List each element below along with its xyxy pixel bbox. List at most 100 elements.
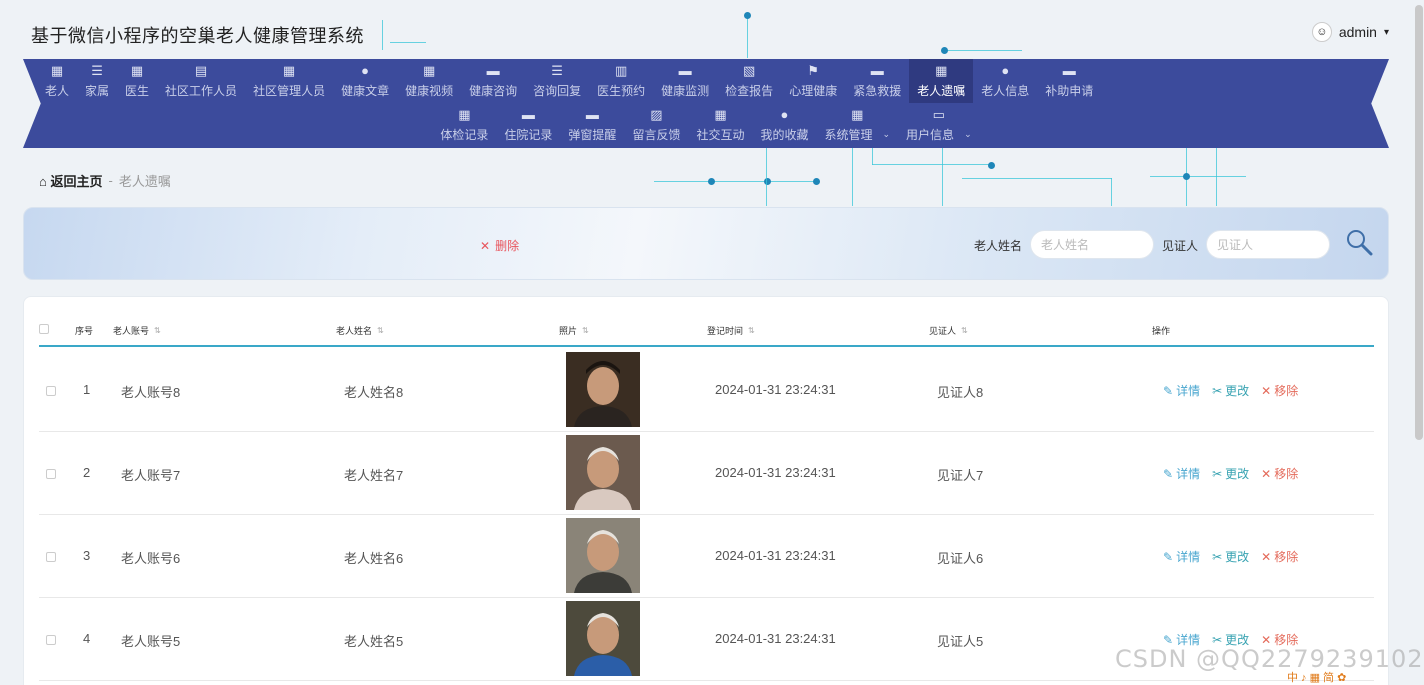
search-icon[interactable]: [1344, 227, 1374, 257]
nav-item-row1-6[interactable]: ▦ 健康视频: [397, 59, 461, 103]
elder-name-input[interactable]: [1030, 230, 1154, 259]
edit-button[interactable]: ✂ 更改: [1212, 548, 1249, 565]
nav-label: 体检记录: [440, 127, 489, 142]
nav-label: 健康监测: [661, 83, 710, 98]
nav-item-row1-10[interactable]: ▬ 健康监测: [653, 59, 717, 103]
row-checkbox[interactable]: [46, 552, 56, 562]
nav-icon: ▤: [194, 62, 208, 78]
table-row: 1 老人账号8 老人姓名8 2024-01-31 23:24:31 见证人8 ✎ 详情 ✂ 更改…: [39, 349, 1374, 432]
nav-icon: ▬: [678, 62, 692, 78]
nav-label: 留言反馈: [632, 127, 681, 142]
nav-item-row2-3[interactable]: ▨ 留言反馈: [624, 103, 688, 147]
nav-item-row2-5[interactable]: ● 我的收藏: [752, 103, 816, 147]
edit-button[interactable]: ✂ 更改: [1212, 465, 1249, 482]
nav-item-row1-9[interactable]: ▥ 医生预约: [589, 59, 653, 103]
nav-label: 检查报告: [725, 83, 774, 98]
cell-time: 2024-01-31 23:24:31: [715, 548, 836, 563]
cell-index: 4: [83, 631, 91, 646]
elder-photo[interactable]: [566, 435, 640, 510]
nav-item-row2-4[interactable]: ▦ 社交互动: [688, 103, 752, 147]
main-nav: ▦ 老人 ☰ 家属 ▦ 医生 ▤ 社区工作人员 ▦ 社区管理人员 ● 健康文章 ▦ 健康视频 ▬ 健康咨询 ☰ 咨…: [23, 59, 1389, 148]
nav-item-row2-1[interactable]: ▬ 住院记录: [496, 103, 560, 147]
nav-item-row1-5[interactable]: ● 健康文章: [333, 59, 397, 103]
nav-item-row1-12[interactable]: ⚑ 心理健康: [781, 59, 845, 103]
remove-button[interactable]: ✕ 移除: [1261, 548, 1298, 565]
header-photo[interactable]: 照片 ⇅: [559, 324, 589, 337]
header-name[interactable]: 老人姓名 ⇅: [336, 324, 384, 337]
nav-item-row2-6[interactable]: ▦ 系统管理 ⌄: [816, 103, 898, 147]
elder-photo[interactable]: [566, 601, 640, 676]
nav-label: 健康咨询: [469, 83, 518, 98]
breadcrumb: ⌂ 返回主页 - 老人遗嘱: [39, 171, 171, 190]
nav-label: 补助申请: [1045, 83, 1094, 98]
nav-item-row1-11[interactable]: ▧ 检查报告: [717, 59, 781, 103]
nav-item-row1-3[interactable]: ▤ 社区工作人员: [157, 59, 245, 103]
nav-label: 老人遗嘱: [917, 83, 966, 98]
cell-witness: 见证人8: [937, 385, 984, 400]
row-checkbox[interactable]: [46, 386, 56, 396]
cell-account: 老人账号6: [121, 551, 181, 566]
nav-item-row1-15[interactable]: ● 老人信息: [973, 59, 1037, 103]
nav-item-row1-1[interactable]: ☰ 家属: [77, 59, 117, 103]
avatar: ☺: [1311, 22, 1332, 42]
header-index: 序号: [75, 326, 94, 336]
breadcrumb-home[interactable]: ⌂ 返回主页: [39, 171, 103, 190]
chevron-down-icon: ⌄: [882, 128, 891, 139]
cell-time: 2024-01-31 23:24:31: [715, 631, 836, 646]
cell-account: 老人账号5: [121, 634, 181, 649]
nav-item-row1-7[interactable]: ▬ 健康咨询: [461, 59, 525, 103]
select-all-checkbox[interactable]: [39, 324, 49, 334]
cell-name: 老人姓名7: [344, 468, 404, 483]
app-title: 基于微信小程序的空巢老人健康管理系统: [31, 26, 364, 46]
ime-tray: 中 ♪ ▦ 简 ✿: [1287, 672, 1347, 684]
elder-photo[interactable]: [566, 518, 640, 593]
nav-item-row1-4[interactable]: ▦ 社区管理人员: [245, 59, 333, 103]
nav-item-row1-16[interactable]: ▬ 补助申请: [1037, 59, 1101, 103]
cell-index: 1: [83, 382, 91, 397]
cell-witness: 见证人6: [937, 551, 984, 566]
nav-item-row1-0[interactable]: ▦ 老人: [37, 59, 77, 103]
nav-icon: ▦: [422, 62, 436, 78]
nav-icon: ▬: [585, 106, 599, 122]
nav-item-row1-14[interactable]: ▦ 老人遗嘱: [909, 59, 974, 103]
detail-button[interactable]: ✎ 详情: [1163, 548, 1200, 565]
nav-item-row2-7[interactable]: ▭ 用户信息 ⌄: [898, 103, 980, 147]
nav-item-row1-2[interactable]: ▦ 医生: [117, 59, 157, 103]
remove-button[interactable]: ✕ 移除: [1261, 382, 1298, 399]
nav-item-row2-2[interactable]: ▬ 弹窗提醒: [560, 103, 624, 147]
nav-row-secondary: ▦ 体检记录 ▬ 住院记录 ▬ 弹窗提醒 ▨ 留言反馈 ▦ 社交互动 ● 我的收藏 ▦ 系统管理 ⌄ ▭ 用户信…: [23, 103, 1389, 147]
table-row: 3 老人账号6 老人姓名6 2024-01-31 23:24:31 见证人6 ✎ 详情 ✂ 更改…: [39, 515, 1374, 598]
nav-item-row1-13[interactable]: ▬ 紧急救援: [845, 59, 909, 103]
nav-item-row1-8[interactable]: ☰ 咨询回复: [525, 59, 589, 103]
row-checkbox[interactable]: [46, 635, 56, 645]
detail-button[interactable]: ✎ 详情: [1163, 465, 1200, 482]
nav-icon: ▧: [743, 62, 756, 78]
sort-icon: ⇅: [961, 326, 968, 335]
elder-photo[interactable]: [566, 352, 640, 427]
header-time[interactable]: 登记时间 ⇅: [707, 324, 755, 337]
witness-input[interactable]: [1206, 230, 1330, 259]
nav-icon: ▭: [932, 106, 945, 122]
nav-icon: ▥: [615, 62, 628, 78]
edit-button[interactable]: ✂ 更改: [1212, 382, 1249, 399]
row-actions: ✎ 详情 ✂ 更改 ✕ 移除: [1163, 382, 1298, 399]
nav-item-row2-0[interactable]: ▦ 体检记录: [432, 103, 496, 147]
breadcrumb-current: 老人遗嘱: [118, 174, 171, 189]
detail-button[interactable]: ✎ 详情: [1163, 382, 1200, 399]
row-checkbox[interactable]: [46, 469, 56, 479]
nav-icon: ▦: [50, 62, 64, 78]
header-witness[interactable]: 见证人 ⇅: [929, 324, 968, 337]
nav-icon: ▦: [458, 106, 471, 122]
data-table: 序号 老人账号 ⇅ 老人姓名 ⇅ 照片 ⇅ 登记时间 ⇅ 见证人 ⇅ 操作 1 老人账号8 老…: [23, 296, 1389, 685]
header-account[interactable]: 老人账号 ⇅: [113, 324, 161, 337]
nav-label: 健康文章: [341, 83, 390, 98]
table-row: 2 老人账号7 老人姓名7 2024-01-31 23:24:31 见证人7 ✎ 详情 ✂ 更改…: [39, 432, 1374, 515]
page-scrollbar[interactable]: [1415, 5, 1423, 440]
nav-label: 我的收藏: [760, 127, 809, 142]
nav-label: 医生预约: [597, 83, 646, 98]
cell-witness: 见证人7: [937, 468, 984, 483]
user-menu[interactable]: ☺ admin ▾: [1311, 22, 1389, 42]
delete-button[interactable]: ✕ 删除: [480, 237, 519, 254]
close-icon: ✕: [480, 238, 491, 253]
remove-button[interactable]: ✕ 移除: [1261, 465, 1298, 482]
